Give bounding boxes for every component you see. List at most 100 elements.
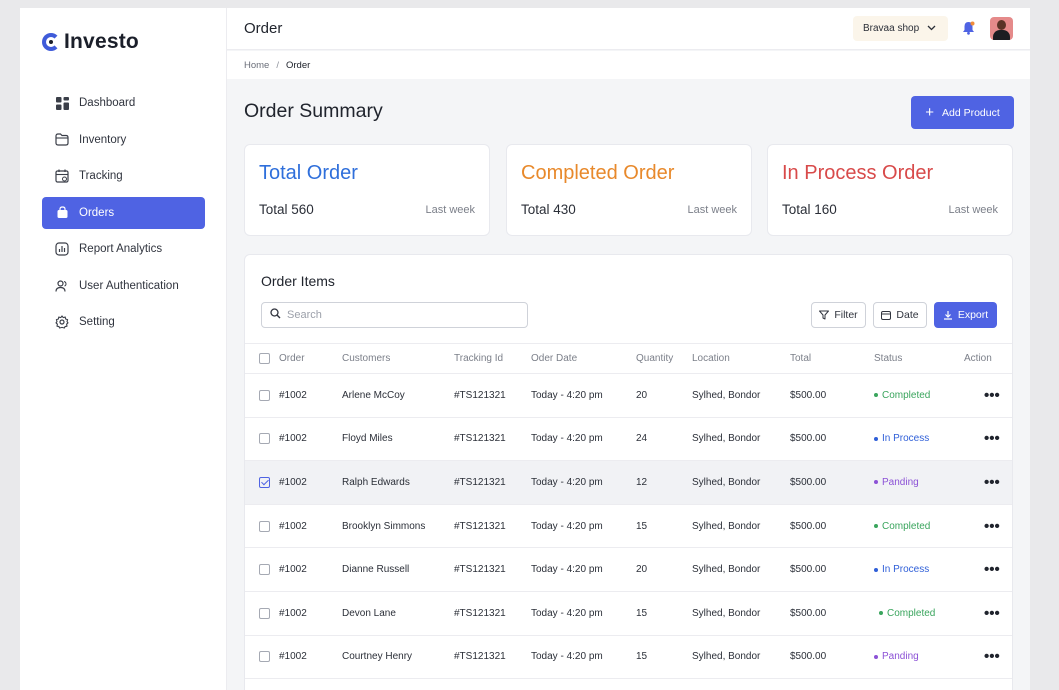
row-select-cell bbox=[245, 373, 279, 418]
sidebar-item-label: Setting bbox=[79, 316, 115, 328]
row-checkbox[interactable] bbox=[259, 389, 270, 401]
status-badge: Panding bbox=[874, 651, 919, 662]
column-header-tracking-id[interactable]: Tracking Id bbox=[454, 343, 531, 374]
filter-label: Filter bbox=[834, 309, 858, 321]
panel-title: Order Items bbox=[261, 273, 335, 289]
plus-icon: + bbox=[925, 104, 934, 121]
cell-total: $500.00 bbox=[790, 504, 874, 549]
cell-quantity: 20 bbox=[636, 373, 692, 418]
export-button[interactable]: Export bbox=[934, 302, 997, 328]
column-header-quantity[interactable]: Quantity bbox=[636, 343, 692, 374]
logo-icon bbox=[42, 33, 60, 51]
table-row[interactable]: #1002 Devon Lane #TS121321 Today - 4:20 pm 1… bbox=[245, 591, 1012, 636]
cell-location: Sylhed, Bondor bbox=[692, 373, 790, 418]
card-total: Total 560 bbox=[259, 202, 314, 217]
table-row[interactable]: #1002 Arlene McCoy #TS121321 Today - 4:20 p… bbox=[245, 373, 1012, 418]
row-checkbox[interactable] bbox=[259, 607, 270, 619]
cell-action: ••• bbox=[964, 635, 1012, 680]
cell-status: Panding bbox=[874, 635, 964, 680]
row-select-cell bbox=[245, 460, 279, 505]
sidebar-item-dashboard[interactable]: Dashboard bbox=[42, 87, 205, 119]
brand-name: Investo bbox=[64, 30, 139, 53]
sidebar-item-label: Orders bbox=[79, 206, 115, 219]
more-options-icon[interactable]: ••• bbox=[964, 648, 1000, 665]
column-header-order-date[interactable]: Oder Date bbox=[531, 343, 636, 374]
sidebar-item-orders[interactable]: Orders bbox=[42, 196, 205, 229]
sidebar-item-label: Report Analytics bbox=[79, 243, 163, 255]
grid-icon bbox=[55, 96, 69, 110]
filter-button[interactable]: Filter bbox=[811, 302, 866, 328]
row-checkbox[interactable] bbox=[259, 433, 270, 445]
search-box[interactable] bbox=[261, 302, 528, 328]
table-row[interactable]: #1002 Brooklyn Simmons #TS121321 Today - 4:… bbox=[245, 504, 1012, 549]
cell-action: ••• bbox=[964, 504, 1012, 549]
column-header-status[interactable]: Status bbox=[874, 343, 964, 374]
cell-quantity: 24 bbox=[636, 417, 692, 462]
add-product-label: Add Product bbox=[941, 106, 1000, 119]
table-row[interactable]: #1002 Floyd Miles #TS121321 Today - 4:20 pm… bbox=[245, 417, 1012, 462]
table-header-row: Order Customers Tracking Id Oder Date Qu… bbox=[245, 343, 1012, 374]
column-header-location[interactable]: Location bbox=[692, 343, 790, 374]
notification-bell-icon[interactable] bbox=[962, 21, 975, 40]
search-input[interactable] bbox=[287, 309, 507, 321]
row-checkbox[interactable] bbox=[259, 520, 270, 532]
select-all-checkbox[interactable] bbox=[259, 352, 270, 364]
cell-order: #1002 bbox=[279, 591, 342, 636]
table-row[interactable]: #1002 Dianne Russell #TS121321 Today - 4:20… bbox=[245, 547, 1012, 592]
column-header-customers[interactable]: Customers bbox=[342, 343, 454, 374]
status-badge: Completed bbox=[874, 521, 930, 532]
status-dot-icon bbox=[874, 393, 878, 398]
shop-selector[interactable]: Bravaa shop bbox=[853, 16, 948, 41]
sidebar-item-setting[interactable]: Setting bbox=[42, 306, 205, 338]
more-options-icon[interactable]: ••• bbox=[964, 387, 1000, 404]
row-checkbox[interactable] bbox=[259, 564, 270, 576]
calendar-icon bbox=[881, 310, 892, 320]
column-header-action: Action bbox=[964, 343, 1012, 374]
sidebar-item-inventory[interactable]: Inventory bbox=[42, 124, 205, 156]
status-dot-icon bbox=[874, 480, 878, 485]
topbar: Order Bravaa shop bbox=[227, 8, 1030, 50]
table-row[interactable]: #1002 Ralph Edwards #TS121321 Today - 4:20 … bbox=[245, 460, 1012, 505]
chart-icon bbox=[55, 242, 69, 256]
card-period: Last week bbox=[425, 204, 475, 216]
cell-customer: Floyd Miles bbox=[342, 417, 454, 462]
sidebar-item-report-analytics[interactable]: Report Analytics bbox=[42, 233, 205, 265]
cell-order: #1002 bbox=[279, 460, 342, 505]
more-options-icon[interactable]: ••• bbox=[964, 605, 1000, 622]
more-options-icon[interactable]: ••• bbox=[964, 561, 1000, 578]
cell-tracking-id: #TS121321 bbox=[454, 504, 531, 549]
date-button[interactable]: Date bbox=[873, 302, 927, 328]
cell-order-date: Today - 4:20 pm bbox=[531, 591, 636, 636]
column-header-order[interactable]: Order bbox=[279, 343, 342, 374]
sidebar-item-tracking[interactable]: Tracking bbox=[42, 160, 205, 192]
more-options-icon[interactable]: ••• bbox=[964, 474, 1000, 491]
cell-location: Sylhed, Bondor bbox=[692, 460, 790, 505]
status-badge: Completed bbox=[874, 608, 935, 619]
avatar[interactable] bbox=[990, 17, 1013, 40]
cell-total: $500.00 bbox=[790, 460, 874, 505]
cell-order: #1002 bbox=[279, 547, 342, 592]
filter-icon bbox=[819, 310, 830, 320]
cell-order: #1002 bbox=[279, 635, 342, 680]
table-row[interactable]: #1002 Courtney Henry #TS121321 Today - 4:20… bbox=[245, 635, 1012, 680]
page-title: Order Summary bbox=[244, 100, 383, 122]
card-period: Last week bbox=[687, 204, 737, 216]
row-checkbox[interactable] bbox=[259, 476, 270, 488]
cell-location: Sylhed, Bondor bbox=[692, 547, 790, 592]
sidebar-item-user-authentication[interactable]: User Authentication bbox=[42, 270, 205, 302]
brand-logo[interactable]: Investo bbox=[42, 30, 139, 54]
row-select-cell bbox=[245, 591, 279, 636]
sidebar-item-label: Dashboard bbox=[79, 97, 136, 109]
row-checkbox[interactable] bbox=[259, 651, 270, 663]
more-options-icon[interactable]: ••• bbox=[964, 518, 1000, 535]
cell-order: #1002 bbox=[279, 373, 342, 418]
users-icon bbox=[55, 279, 69, 293]
status-badge: In Process bbox=[874, 433, 929, 444]
breadcrumb-home[interactable]: Home bbox=[244, 60, 269, 71]
more-options-icon[interactable]: ••• bbox=[964, 430, 1000, 447]
add-product-button[interactable]: + Add Product bbox=[911, 96, 1014, 129]
cell-tracking-id: #TS121321 bbox=[454, 417, 531, 462]
cell-order: #1002 bbox=[279, 504, 342, 549]
column-header-total[interactable]: Total bbox=[790, 343, 874, 374]
status-label: Completed bbox=[882, 389, 931, 401]
